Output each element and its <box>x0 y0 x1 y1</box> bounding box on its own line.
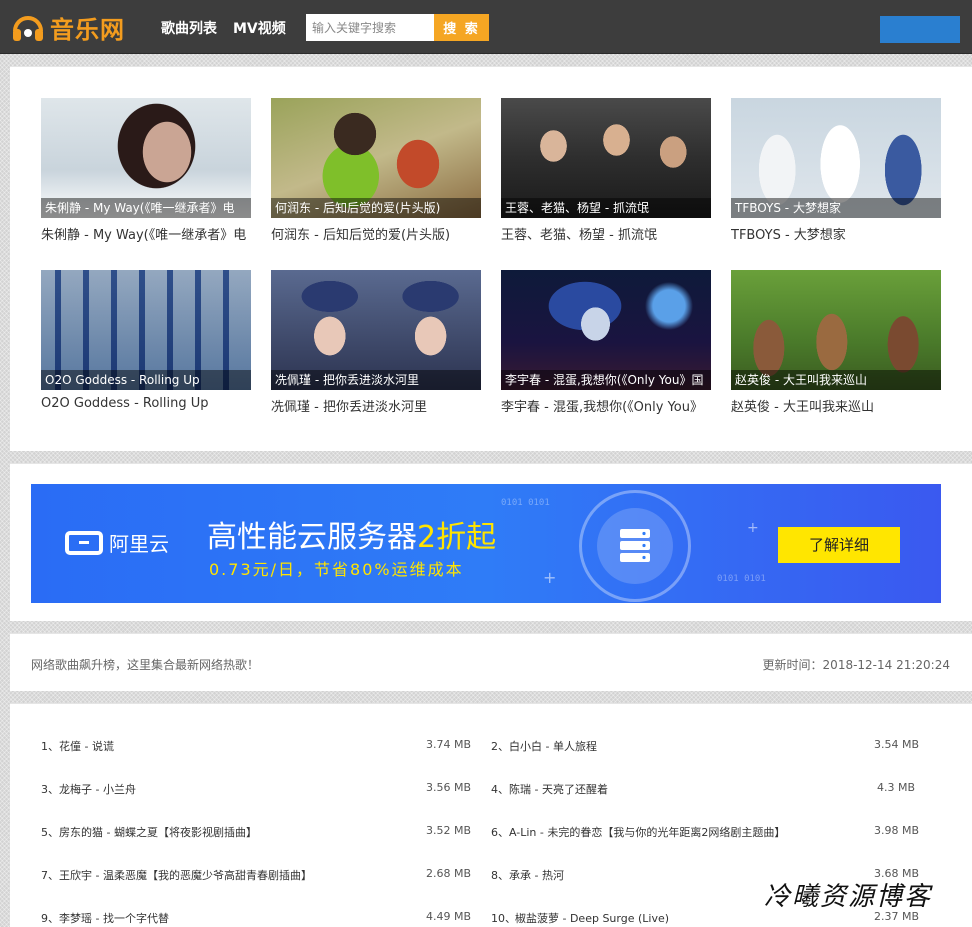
server-icon <box>620 529 650 562</box>
aliyun-logo: 阿里云 <box>65 528 169 557</box>
chart-info-bar: 网络歌曲飙升榜，这里集合最新网络热歌！ 更新时间：2018-12-14 21:2… <box>10 633 972 691</box>
ad-subtitle: 0.73元/日，节省80%运维成本 <box>209 560 464 579</box>
mv-title[interactable]: 冼佩瑾 - 把你丢进淡水河里 <box>271 396 481 415</box>
ad-headline-main: 高性能云服务器 <box>207 520 417 555</box>
top-navigation-bar: 音乐网 歌曲列表 MV视频 搜 索 <box>0 0 972 54</box>
aliyun-logo-icon <box>65 530 103 555</box>
mv-card[interactable]: 冼佩瑾 - 把你丢进淡水河里 冼佩瑾 - 把你丢进淡水河里 <box>271 270 481 415</box>
nav-mv-video[interactable]: MV视频 <box>233 18 286 38</box>
song-rank: 5、 <box>41 826 59 839</box>
mv-caption: 李宇春 - 混蛋,我想你(《Only You》国 <box>501 370 711 390</box>
mv-caption: 冼佩瑾 - 把你丢进淡水河里 <box>271 370 481 390</box>
song-rank: 10、 <box>491 912 516 925</box>
song-name[interactable]: 白小白 - 单人旅程 <box>509 738 597 754</box>
song-rank: 3、 <box>41 783 59 796</box>
ad-banner[interactable]: 阿里云 高性能云服务器2折起 0.73元/日，节省80%运维成本 0101 01… <box>31 484 941 603</box>
mv-caption: 王蓉、老猫、杨望 - 抓流氓 <box>501 198 711 218</box>
mv-caption: 赵英俊 - 大王叫我来巡山 <box>731 370 941 390</box>
plus-icon: + <box>747 520 759 536</box>
nav-song-list[interactable]: 歌曲列表 <box>161 18 217 38</box>
mv-thumbnail[interactable]: O2O Goddess - Rolling Up <box>41 270 251 390</box>
mv-card[interactable]: 李宇春 - 混蛋,我想你(《Only You》国 李宇春 - 混蛋,我想你(《O… <box>501 270 711 415</box>
song-rank: 4、 <box>491 783 509 796</box>
song-rank: 2、 <box>491 740 509 753</box>
song-name[interactable]: 房东的猫 - 蝴蝶之夏【将夜影视剧插曲】 <box>59 824 257 840</box>
song-name[interactable]: A-Lin - 未完的眷恋【我与你的光年距离2网络剧主题曲】 <box>509 824 785 840</box>
mv-caption: O2O Goddess - Rolling Up <box>41 370 251 390</box>
blog-watermark: 冷曦资源博客 <box>764 882 933 912</box>
mv-thumbnail[interactable]: 何润东 - 后知后觉的爱(片头版) <box>271 98 481 218</box>
mv-title[interactable]: 王蓉、老猫、杨望 - 抓流氓 <box>501 224 711 243</box>
song-rank: 9、 <box>41 912 59 925</box>
song-size: 4.49 MB <box>425 910 471 923</box>
mv-thumbnail[interactable]: 朱俐静 - My Way(《唯一继承者》电 <box>41 98 251 218</box>
song-item[interactable]: 5、 房东的猫 - 蝴蝶之夏【将夜影视剧插曲】 3.52 MB <box>41 824 471 844</box>
headphones-icon <box>13 16 43 41</box>
song-name[interactable]: 椒盐菠萝 - Deep Surge (Live) <box>515 910 669 926</box>
mv-title[interactable]: 朱俐静 - My Way(《唯一继承者》电 <box>41 224 251 243</box>
song-size: 3.56 MB <box>425 781 471 794</box>
song-rank: 8、 <box>491 869 509 882</box>
mv-thumbnail[interactable]: 赵英俊 - 大王叫我来巡山 <box>731 270 941 390</box>
mv-panel: 朱俐静 - My Way(《唯一继承者》电 朱俐静 - My Way(《唯一继承… <box>10 66 972 451</box>
song-name[interactable]: 陈瑞 - 天亮了还醒着 <box>509 781 608 797</box>
song-rank: 1、 <box>41 740 59 753</box>
mv-title[interactable]: O2O Goddess - Rolling Up <box>41 396 251 411</box>
mv-title[interactable]: 李宇春 - 混蛋,我想你(《Only You》 <box>501 396 711 415</box>
mv-card[interactable]: 赵英俊 - 大王叫我来巡山 赵英俊 - 大王叫我来巡山 <box>731 270 941 415</box>
song-size: 3.54 MB <box>873 738 919 751</box>
ad-binary-decoration: 0101 0101 <box>501 498 550 508</box>
ad-panel: 阿里云 高性能云服务器2折起 0.73元/日，节省80%运维成本 0101 01… <box>10 463 972 621</box>
ad-binary-decoration: 0101 0101 <box>717 574 766 584</box>
song-size: 3.74 MB <box>425 738 471 751</box>
search-button[interactable]: 搜 索 <box>434 14 489 41</box>
mv-card[interactable]: 王蓉、老猫、杨望 - 抓流氓 王蓉、老猫、杨望 - 抓流氓 <box>501 98 711 243</box>
user-button[interactable] <box>880 16 960 43</box>
mv-thumbnail[interactable]: 冼佩瑾 - 把你丢进淡水河里 <box>271 270 481 390</box>
song-name[interactable]: 花僮 - 说谎 <box>59 738 114 754</box>
mv-card[interactable]: 朱俐静 - My Way(《唯一继承者》电 朱俐静 - My Way(《唯一继承… <box>41 98 251 243</box>
mv-card[interactable]: O2O Goddess - Rolling Up O2O Goddess - R… <box>41 270 251 411</box>
mv-title[interactable]: 赵英俊 - 大王叫我来巡山 <box>731 396 941 415</box>
song-item[interactable]: 9、 李梦瑶 - 找一个字代替 4.49 MB <box>41 910 471 927</box>
mv-caption: TFBOYS - 大梦想家 <box>731 198 941 218</box>
song-name[interactable]: 承承 - 热河 <box>509 867 564 883</box>
update-time: 更新时间：2018-12-14 21:20:24 <box>762 658 950 672</box>
song-size: 3.98 MB <box>873 824 919 837</box>
song-size: 2.68 MB <box>425 867 471 880</box>
song-item[interactable]: 3、 龙梅子 - 小兰舟 3.56 MB <box>41 781 471 801</box>
song-name[interactable]: 龙梅子 - 小兰舟 <box>59 781 136 797</box>
mv-card[interactable]: 何润东 - 后知后觉的爱(片头版) 何润东 - 后知后觉的爱(片头版) <box>271 98 481 243</box>
aliyun-logo-text: 阿里云 <box>109 532 169 556</box>
song-size: 4.3 MB <box>876 781 915 794</box>
mv-title[interactable]: 何润东 - 后知后觉的爱(片头版) <box>271 224 481 243</box>
search-input[interactable] <box>306 14 434 41</box>
mv-card[interactable]: TFBOYS - 大梦想家 TFBOYS - 大梦想家 <box>731 98 941 243</box>
mv-thumbnail[interactable]: 王蓉、老猫、杨望 - 抓流氓 <box>501 98 711 218</box>
mv-thumbnail[interactable]: TFBOYS - 大梦想家 <box>731 98 941 218</box>
logo-text: 音乐网 <box>50 15 125 44</box>
song-name[interactable]: 李梦瑶 - 找一个字代替 <box>59 910 169 926</box>
learn-more-button[interactable]: 了解详细 <box>778 527 900 563</box>
mv-caption: 何润东 - 后知后觉的爱(片头版) <box>271 198 481 218</box>
song-item[interactable]: 7、 王欣宇 - 温柔恶魔【我的恶魔少爷高甜青春剧插曲】 2.68 MB <box>41 867 471 887</box>
song-size: 3.52 MB <box>425 824 471 837</box>
plus-icon: + <box>543 568 557 587</box>
ad-headline-highlight: 2折起 <box>417 520 497 555</box>
song-rank: 7、 <box>41 869 59 882</box>
chart-description: 网络歌曲飙升榜，这里集合最新网络热歌！ <box>31 658 260 672</box>
site-logo[interactable]: 音乐网 <box>10 8 125 46</box>
song-item[interactable]: 1、 花僮 - 说谎 3.74 MB <box>41 738 471 758</box>
song-item[interactable]: 4、 陈瑞 - 天亮了还醒着 4.3 MB <box>491 781 921 801</box>
mv-title[interactable]: TFBOYS - 大梦想家 <box>731 224 941 243</box>
mv-thumbnail[interactable]: 李宇春 - 混蛋,我想你(《Only You》国 <box>501 270 711 390</box>
ad-headline: 高性能云服务器2折起 <box>207 512 496 556</box>
song-item[interactable]: 2、 白小白 - 单人旅程 3.54 MB <box>491 738 921 758</box>
song-rank: 6、 <box>491 826 509 839</box>
song-item[interactable]: 6、 A-Lin - 未完的眷恋【我与你的光年距离2网络剧主题曲】 3.98 M… <box>491 824 921 844</box>
song-name[interactable]: 王欣宇 - 温柔恶魔【我的恶魔少爷高甜青春剧插曲】 <box>59 867 312 883</box>
mv-caption: 朱俐静 - My Way(《唯一继承者》电 <box>41 198 251 218</box>
